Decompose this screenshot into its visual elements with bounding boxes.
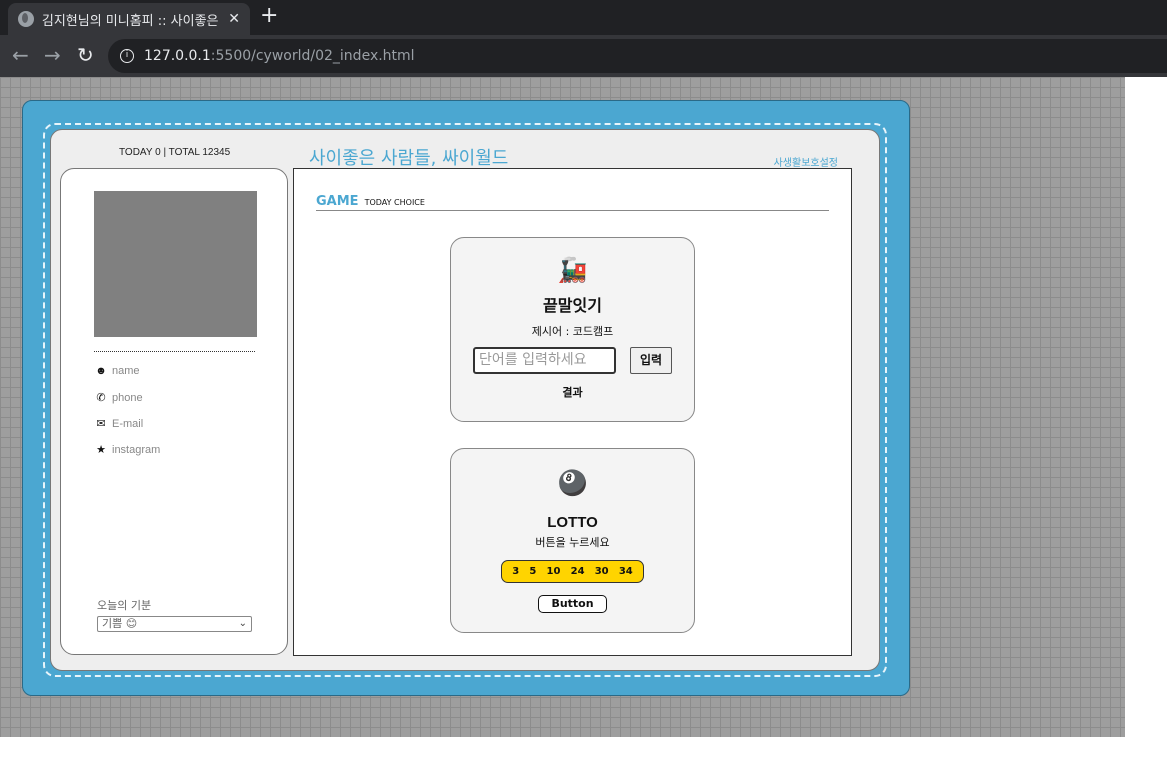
browser-tab-bar: 김지현님의 미니홈피 :: 사이좋은 ✕ + — [0, 0, 1167, 35]
profile-card: ☻ name ✆ phone ✉ E-mail ★ instagram 오늘의 … — [60, 168, 288, 655]
chevron-down-icon: ⌄ — [238, 618, 247, 629]
mood-label: 오늘의 기분 — [97, 599, 152, 612]
word-chain-title: 끝말잇기 — [543, 296, 602, 315]
profile-phone-row: ✆ phone — [94, 391, 143, 405]
submit-word-button[interactable]: 입력 — [630, 347, 672, 374]
phone-icon: ✆ — [96, 392, 106, 404]
lotto-number: 34 — [618, 566, 633, 577]
homepage-inner: TODAY 0 | TOTAL 12345 사이좋은 사람들, 싸이월드 사생활… — [50, 129, 880, 671]
lotto-number: 30 — [594, 566, 609, 577]
game-title: GAME — [316, 194, 359, 209]
game-subtitle: TODAY CHOICE — [364, 198, 425, 207]
mood-value: 기쁨 😊 — [102, 617, 138, 630]
address-bar[interactable]: i 127.0.0.1 :5500/cyworld/02_index.html — [108, 39, 1167, 73]
lotto-number: 3 — [512, 566, 520, 577]
lotto-numbers: 3 5 10 24 30 34 — [501, 560, 644, 583]
profile-email-row: ✉ E-mail — [94, 417, 144, 431]
game-panel: GAME TODAY CHOICE 🚂 끝말잇기 제시어 : 코드캠프 단어를 … — [293, 168, 852, 656]
star-icon: ★ — [96, 444, 106, 456]
url-host: 127.0.0.1 — [144, 48, 211, 64]
smile-icon: ☻ — [95, 365, 107, 377]
forward-arrow-icon[interactable]: → — [44, 43, 61, 67]
profile-instagram-row: ★ instagram — [94, 443, 161, 457]
browser-nav-bar: ← → ↻ i 127.0.0.1 :5500/cyworld/02_index… — [0, 35, 1167, 77]
profile-phone: phone — [112, 391, 143, 404]
homepage-frame: TODAY 0 | TOTAL 12345 사이좋은 사람들, 싸이월드 사생활… — [22, 100, 910, 696]
word-chain-result: 결과 — [562, 386, 583, 399]
profile-name-row: ☻ name — [94, 365, 140, 377]
lotto-title: LOTTO — [547, 514, 598, 531]
profile-image — [94, 191, 257, 337]
browser-tab[interactable]: 김지현님의 미니홈피 :: 사이좋은 ✕ — [8, 3, 250, 35]
lotto-card: 🎱 LOTTO 버튼을 누르세요 3 5 10 24 30 34 Button — [450, 448, 695, 633]
new-tab-icon[interactable]: + — [260, 5, 278, 27]
close-icon[interactable]: ✕ — [228, 11, 240, 27]
train-icon: 🚂 — [557, 256, 588, 284]
lotto-number: 10 — [546, 566, 561, 577]
profile-instagram: instagram — [112, 443, 161, 456]
envelope-icon: ✉ — [96, 418, 106, 430]
billiard-ball-icon: 🎱 — [557, 469, 588, 497]
game-header: GAME TODAY CHOICE — [316, 194, 829, 211]
profile-divider — [94, 351, 255, 352]
profile-email: E-mail — [112, 417, 144, 430]
page-background: TODAY 0 | TOTAL 12345 사이좋은 사람들, 싸이월드 사생활… — [0, 77, 1125, 737]
info-icon[interactable]: i — [120, 49, 134, 63]
word-input[interactable]: 단어를 입력하세요 — [473, 347, 616, 374]
back-arrow-icon[interactable]: ← — [12, 43, 29, 67]
lotto-instruction: 버튼을 누르세요 — [535, 536, 610, 549]
url-path: :5500/cyworld/02_index.html — [210, 48, 415, 64]
mood-select[interactable]: 기쁨 😊 ⌄ — [97, 616, 252, 632]
globe-icon — [18, 11, 34, 27]
reload-icon[interactable]: ↻ — [77, 43, 94, 67]
privacy-settings-link[interactable]: 사생활보호설정 — [774, 154, 838, 169]
word-chain-card: 🚂 끝말잇기 제시어 : 코드캠프 단어를 입력하세요 입력 결과 — [450, 237, 695, 422]
lotto-button[interactable]: Button — [538, 595, 607, 613]
visitor-counter: TODAY 0 | TOTAL 12345 — [119, 147, 231, 158]
site-title: 사이좋은 사람들, 싸이월드 — [309, 148, 509, 169]
tab-title: 김지현님의 미니홈피 :: 사이좋은 — [41, 13, 219, 29]
word-chain-suggestion: 제시어 : 코드캠프 — [531, 325, 614, 338]
profile-name: name — [112, 365, 140, 377]
lotto-number: 5 — [529, 566, 537, 577]
lotto-number: 24 — [570, 566, 585, 577]
